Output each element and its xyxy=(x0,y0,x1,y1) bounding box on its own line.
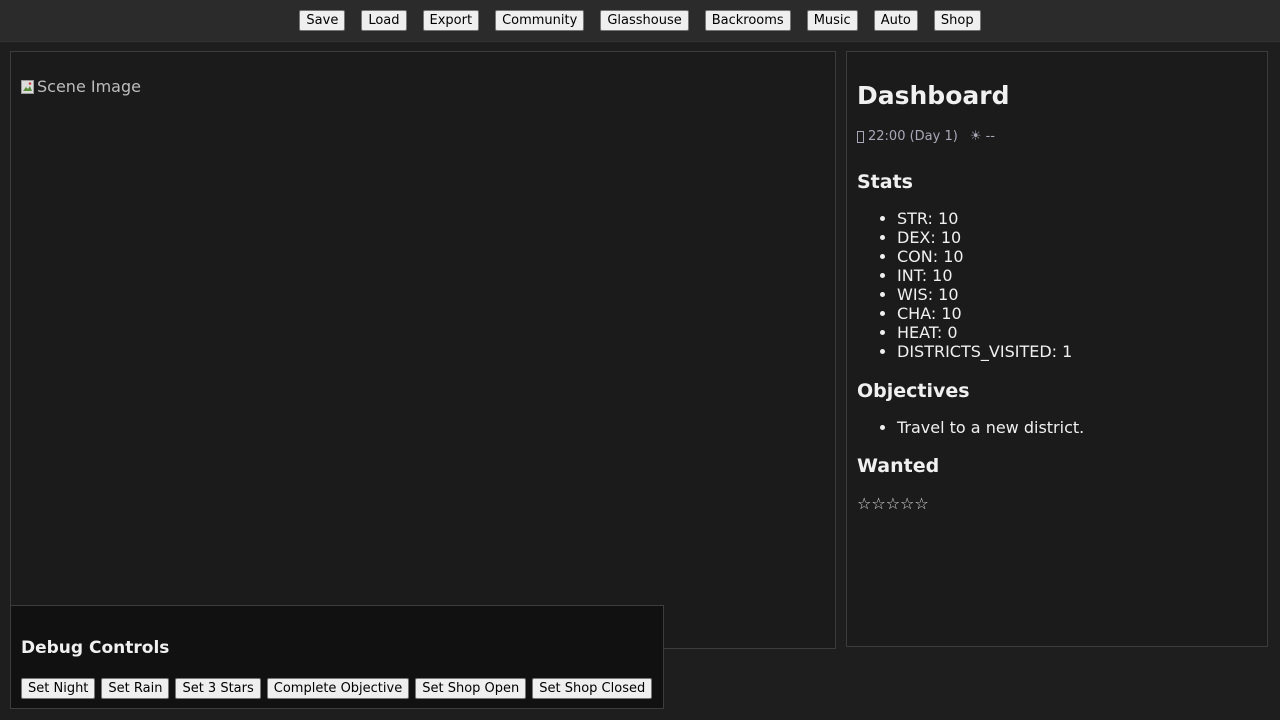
stat-str: STR: 10 xyxy=(897,209,1257,228)
clock-icon xyxy=(857,131,864,143)
game-time: 22:00 (Day 1) xyxy=(868,129,958,144)
glasshouse-button[interactable]: Glasshouse xyxy=(600,10,689,31)
weather-status: ☀ -- xyxy=(969,129,995,144)
music-button[interactable]: Music xyxy=(806,10,858,31)
wanted-heading: Wanted xyxy=(857,455,940,477)
shop-button[interactable]: Shop xyxy=(933,10,981,31)
dashboard-title: Dashboard xyxy=(857,81,1010,110)
set-night-button[interactable]: Set Night xyxy=(21,678,96,699)
load-button[interactable]: Load xyxy=(361,10,407,31)
stat-dex: DEX: 10 xyxy=(897,228,1257,247)
time-weather-line: 22:00 (Day 1) ☀ -- xyxy=(857,129,1257,145)
save-button[interactable]: Save xyxy=(299,10,346,31)
community-button[interactable]: Community xyxy=(495,10,585,31)
stat-districts-visited: DISTRICTS_VISITED: 1 xyxy=(897,342,1257,361)
broken-image-icon xyxy=(21,79,35,95)
wanted-stars: ☆☆☆☆☆ xyxy=(857,494,929,513)
debug-controls-title: Debug Controls xyxy=(21,638,170,658)
dashboard-panel: Dashboard 22:00 (Day 1) ☀ -- Stats STR: … xyxy=(846,51,1268,647)
top-toolbar: Save Load Export Community Glasshouse Ba… xyxy=(0,0,1280,42)
scene-image-alt-text: Scene Image xyxy=(37,77,141,96)
complete-objective-button[interactable]: Complete Objective xyxy=(266,678,410,699)
set-shop-open-button[interactable]: Set Shop Open xyxy=(415,678,527,699)
stat-con: CON: 10 xyxy=(897,247,1257,266)
objectives-heading: Objectives xyxy=(857,380,970,402)
toolbar-button-row: Save Load Export Community Glasshouse Ba… xyxy=(0,10,1280,31)
scene-image: Scene Image xyxy=(21,77,141,96)
auto-button[interactable]: Auto xyxy=(873,10,918,31)
stats-list: STR: 10 DEX: 10 CON: 10 INT: 10 WIS: 10 … xyxy=(857,209,1257,361)
objective-item: Travel to a new district. xyxy=(897,418,1257,437)
stat-wis: WIS: 10 xyxy=(897,285,1257,304)
set-rain-button[interactable]: Set Rain xyxy=(101,678,170,699)
stat-int: INT: 10 xyxy=(897,266,1257,285)
debug-controls-panel: Debug Controls Set Night Set Rain Set 3 … xyxy=(10,605,664,709)
scene-panel: Scene Image xyxy=(10,51,836,649)
stats-heading: Stats xyxy=(857,171,913,193)
set-3-stars-button[interactable]: Set 3 Stars xyxy=(175,678,261,699)
set-shop-closed-button[interactable]: Set Shop Closed xyxy=(532,678,653,699)
export-button[interactable]: Export xyxy=(422,10,480,31)
stat-cha: CHA: 10 xyxy=(897,304,1257,323)
stat-heat: HEAT: 0 xyxy=(897,323,1257,342)
backrooms-button[interactable]: Backrooms xyxy=(704,10,791,31)
debug-button-row: Set Night Set Rain Set 3 Stars Complete … xyxy=(21,678,653,699)
objectives-list: Travel to a new district. xyxy=(857,418,1257,437)
